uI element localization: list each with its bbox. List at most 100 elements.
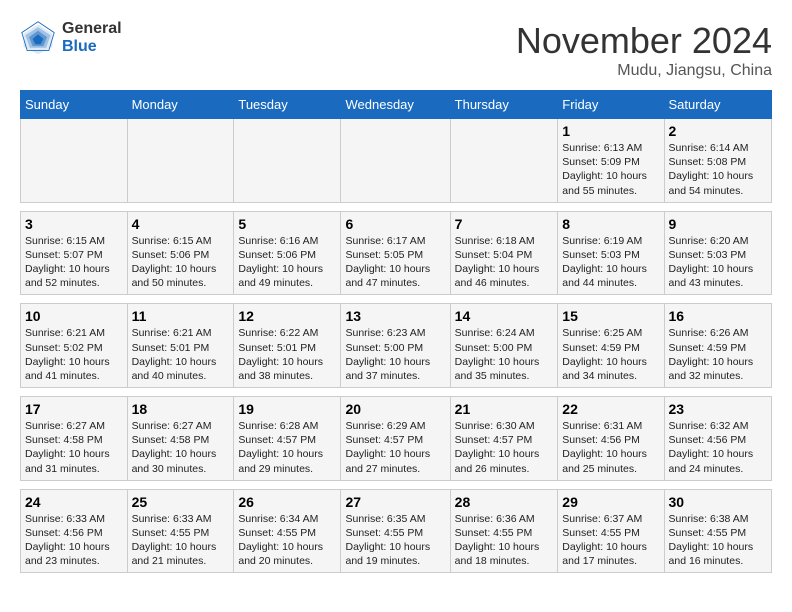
day-number: 15: [562, 308, 659, 324]
day-info: Sunrise: 6:37 AM Sunset: 4:55 PM Dayligh…: [562, 512, 659, 569]
week-spacer: [21, 388, 772, 397]
day-number: 24: [25, 494, 123, 510]
calendar-cell: 26 Sunrise: 6:34 AM Sunset: 4:55 PM Dayli…: [234, 489, 341, 573]
day-number: 18: [132, 401, 230, 417]
day-info: Sunrise: 6:24 AM Sunset: 5:00 PM Dayligh…: [455, 326, 554, 383]
day-number: 6: [345, 216, 445, 232]
month-title: November 2024: [516, 20, 772, 62]
header-row: SundayMondayTuesdayWednesdayThursdayFrid…: [21, 91, 772, 119]
day-info: Sunrise: 6:27 AM Sunset: 4:58 PM Dayligh…: [132, 419, 230, 476]
day-number: 7: [455, 216, 554, 232]
day-info: Sunrise: 6:15 AM Sunset: 5:07 PM Dayligh…: [25, 234, 123, 291]
week-row: 1Sunrise: 6:13 AM Sunset: 5:09 PM Daylig…: [21, 119, 772, 203]
day-of-week-header: Thursday: [450, 91, 558, 119]
day-of-week-header: Sunday: [21, 91, 128, 119]
calendar-cell: [341, 119, 450, 203]
day-number: 26: [238, 494, 336, 510]
week-row: 24 Sunrise: 6:33 AM Sunset: 4:56 PM Dayli…: [21, 489, 772, 573]
day-info: Sunrise: 6:18 AM Sunset: 5:04 PM Dayligh…: [455, 234, 554, 291]
calendar-cell: 13 Sunrise: 6:23 AM Sunset: 5:00 PM Dayli…: [341, 304, 450, 388]
calendar-cell: 24 Sunrise: 6:33 AM Sunset: 4:56 PM Dayli…: [21, 489, 128, 573]
day-number: 30: [669, 494, 767, 510]
logo: General Blue: [20, 20, 122, 56]
day-number: 21: [455, 401, 554, 417]
day-info: Sunrise: 6:23 AM Sunset: 5:00 PM Dayligh…: [345, 326, 445, 383]
day-info: Sunrise: 6:22 AM Sunset: 5:01 PM Dayligh…: [238, 326, 336, 383]
calendar-cell: 30 Sunrise: 6:38 AM Sunset: 4:55 PM Dayli…: [664, 489, 771, 573]
calendar-cell: 18 Sunrise: 6:27 AM Sunset: 4:58 PM Dayli…: [127, 397, 234, 481]
calendar-cell: 27 Sunrise: 6:35 AM Sunset: 4:55 PM Dayli…: [341, 489, 450, 573]
day-info: Sunrise: 6:31 AM Sunset: 4:56 PM Dayligh…: [562, 419, 659, 476]
week-row: 10Sunrise: 6:21 AM Sunset: 5:02 PM Dayli…: [21, 304, 772, 388]
day-number: 14: [455, 308, 554, 324]
calendar-cell: 11 Sunrise: 6:21 AM Sunset: 5:01 PM Dayli…: [127, 304, 234, 388]
day-number: 1: [562, 123, 659, 139]
calendar-cell: 8 Sunrise: 6:19 AM Sunset: 5:03 PM Daylig…: [558, 211, 664, 295]
day-info: Sunrise: 6:16 AM Sunset: 5:06 PM Dayligh…: [238, 234, 336, 291]
day-number: 25: [132, 494, 230, 510]
day-info: Sunrise: 6:38 AM Sunset: 4:55 PM Dayligh…: [669, 512, 767, 569]
day-of-week-header: Friday: [558, 91, 664, 119]
day-info: Sunrise: 6:33 AM Sunset: 4:56 PM Dayligh…: [25, 512, 123, 569]
logo-blue: Blue: [62, 38, 122, 56]
day-info: Sunrise: 6:21 AM Sunset: 5:01 PM Dayligh…: [132, 326, 230, 383]
calendar-cell: 20Sunrise: 6:29 AM Sunset: 4:57 PM Dayli…: [341, 397, 450, 481]
day-info: Sunrise: 6:28 AM Sunset: 4:57 PM Dayligh…: [238, 419, 336, 476]
calendar-cell: [450, 119, 558, 203]
day-number: 17: [25, 401, 123, 417]
day-number: 8: [562, 216, 659, 232]
week-spacer: [21, 202, 772, 211]
day-number: 5: [238, 216, 336, 232]
calendar-cell: [21, 119, 128, 203]
calendar-cell: 29 Sunrise: 6:37 AM Sunset: 4:55 PM Dayli…: [558, 489, 664, 573]
title-area: November 2024 Mudu, Jiangsu, China: [516, 20, 772, 80]
day-info: Sunrise: 6:17 AM Sunset: 5:05 PM Dayligh…: [345, 234, 445, 291]
day-number: 12: [238, 308, 336, 324]
calendar-cell: 15 Sunrise: 6:25 AM Sunset: 4:59 PM Dayli…: [558, 304, 664, 388]
calendar-cell: 5 Sunrise: 6:16 AM Sunset: 5:06 PM Daylig…: [234, 211, 341, 295]
day-info: Sunrise: 6:34 AM Sunset: 4:55 PM Dayligh…: [238, 512, 336, 569]
day-number: 22: [562, 401, 659, 417]
calendar-cell: 19 Sunrise: 6:28 AM Sunset: 4:57 PM Dayli…: [234, 397, 341, 481]
calendar-cell: 7 Sunrise: 6:18 AM Sunset: 5:04 PM Daylig…: [450, 211, 558, 295]
week-spacer: [21, 295, 772, 304]
day-info: Sunrise: 6:30 AM Sunset: 4:57 PM Dayligh…: [455, 419, 554, 476]
day-info: Sunrise: 6:19 AM Sunset: 5:03 PM Dayligh…: [562, 234, 659, 291]
calendar-cell: [234, 119, 341, 203]
day-info: Sunrise: 6:14 AM Sunset: 5:08 PM Dayligh…: [669, 141, 767, 198]
calendar-cell: 14 Sunrise: 6:24 AM Sunset: 5:00 PM Dayli…: [450, 304, 558, 388]
calendar-cell: 1Sunrise: 6:13 AM Sunset: 5:09 PM Daylig…: [558, 119, 664, 203]
calendar-cell: 12 Sunrise: 6:22 AM Sunset: 5:01 PM Dayli…: [234, 304, 341, 388]
logo-icon: [20, 20, 56, 56]
calendar-cell: 9Sunrise: 6:20 AM Sunset: 5:03 PM Daylig…: [664, 211, 771, 295]
day-info: Sunrise: 6:25 AM Sunset: 4:59 PM Dayligh…: [562, 326, 659, 383]
day-number: 23: [669, 401, 767, 417]
day-number: 16: [669, 308, 767, 324]
day-number: 13: [345, 308, 445, 324]
calendar-cell: 23 Sunrise: 6:32 AM Sunset: 4:56 PM Dayli…: [664, 397, 771, 481]
calendar-cell: 4Sunrise: 6:15 AM Sunset: 5:06 PM Daylig…: [127, 211, 234, 295]
calendar-cell: 25 Sunrise: 6:33 AM Sunset: 4:55 PM Dayli…: [127, 489, 234, 573]
day-info: Sunrise: 6:27 AM Sunset: 4:58 PM Dayligh…: [25, 419, 123, 476]
page-header: General Blue November 2024 Mudu, Jiangsu…: [20, 20, 772, 80]
day-info: Sunrise: 6:32 AM Sunset: 4:56 PM Dayligh…: [669, 419, 767, 476]
calendar-cell: 28Sunrise: 6:36 AM Sunset: 4:55 PM Dayli…: [450, 489, 558, 573]
day-info: Sunrise: 6:35 AM Sunset: 4:55 PM Dayligh…: [345, 512, 445, 569]
day-number: 19: [238, 401, 336, 417]
day-of-week-header: Saturday: [664, 91, 771, 119]
day-info: Sunrise: 6:36 AM Sunset: 4:55 PM Dayligh…: [455, 512, 554, 569]
calendar-cell: 21 Sunrise: 6:30 AM Sunset: 4:57 PM Dayli…: [450, 397, 558, 481]
calendar-cell: 17 Sunrise: 6:27 AM Sunset: 4:58 PM Dayli…: [21, 397, 128, 481]
day-number: 11: [132, 308, 230, 324]
week-row: 17 Sunrise: 6:27 AM Sunset: 4:58 PM Dayli…: [21, 397, 772, 481]
day-number: 4: [132, 216, 230, 232]
day-info: Sunrise: 6:21 AM Sunset: 5:02 PM Dayligh…: [25, 326, 123, 383]
day-info: Sunrise: 6:33 AM Sunset: 4:55 PM Dayligh…: [132, 512, 230, 569]
day-of-week-header: Wednesday: [341, 91, 450, 119]
day-number: 9: [669, 216, 767, 232]
day-number: 2: [669, 123, 767, 139]
day-number: 29: [562, 494, 659, 510]
day-number: 27: [345, 494, 445, 510]
logo-text: General Blue: [62, 20, 122, 55]
day-info: Sunrise: 6:29 AM Sunset: 4:57 PM Dayligh…: [345, 419, 445, 476]
